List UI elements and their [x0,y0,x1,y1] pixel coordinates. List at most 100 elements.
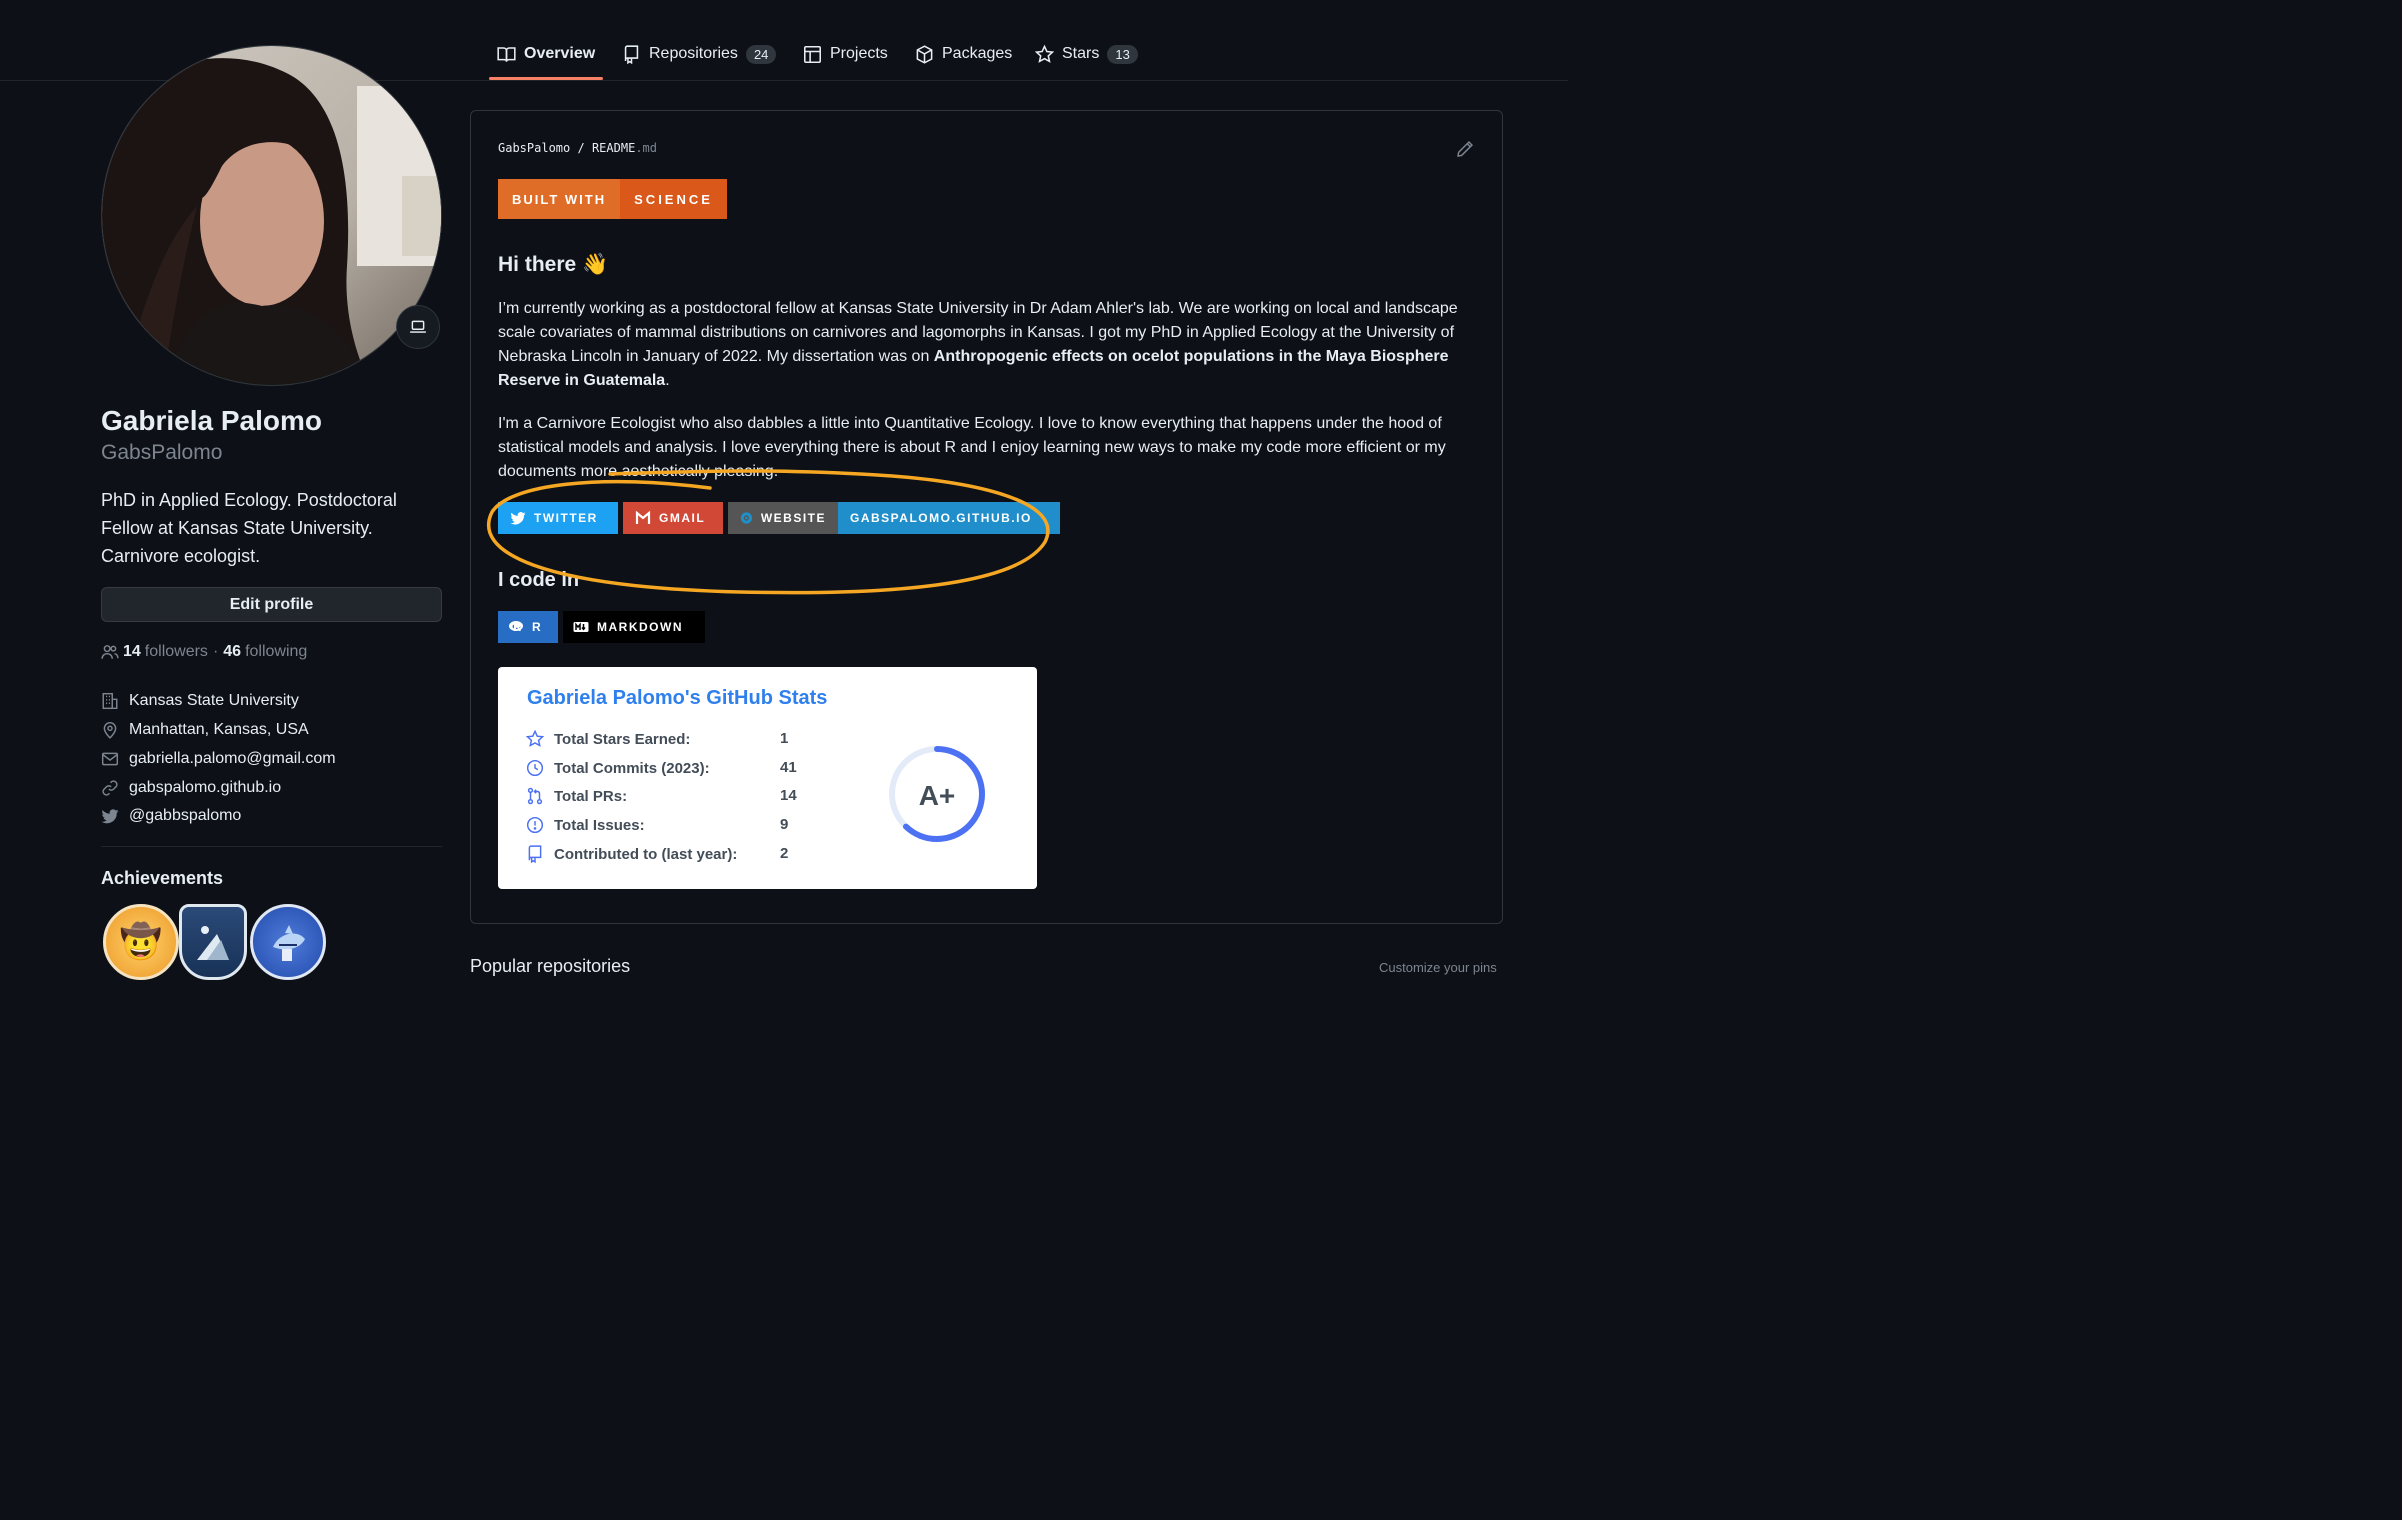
active-tab-underline [489,77,603,80]
following-label: following [245,643,308,660]
stats-value-contributed: 2 [780,845,789,862]
detail-text: Kansas State University [129,692,299,709]
readme-greeting: Hi there 👋 [498,253,609,276]
stats-label: Contributed to (last year): [554,845,738,863]
stats-row-prs: Total PRs: [526,785,627,807]
stats-label: Total Issues: [554,816,645,834]
followers-count: 14 [123,643,141,660]
mountain-icon [197,926,229,960]
github-stats-card: Gabriela Palomo's GitHub Stats Total Sta… [498,667,1037,889]
detail-twitter[interactable]: @gabbspalomo [101,807,241,825]
detail-text[interactable]: gabriella.palomo@gmail.com [129,750,336,768]
following-count: 46 [223,643,242,660]
laptop-icon [410,320,426,333]
stats-title: Gabriela Palomo's GitHub Stats [527,687,828,709]
twitter-icon [101,809,119,824]
issue-icon [526,816,544,834]
built-with-label: BUILT WITH [498,179,621,219]
divider [101,846,442,847]
science-label: SCIENCE [620,179,727,219]
book-icon [497,46,516,62]
tab-projects[interactable]: Projects [803,40,888,68]
followers-label: followers [144,643,208,660]
readme-paragraph-1: I’m currently working as a postdoctoral … [498,297,1468,393]
pencil-icon[interactable] [1456,140,1474,158]
stars-count: 13 [1107,44,1138,64]
stats-row-contributed: Contributed to (last year): [526,843,737,865]
stats-row-issues: Total Issues: [526,814,645,836]
mail-icon [101,752,119,766]
detail-text: Manhattan, Kansas, USA [129,721,309,738]
avatar-photo [102,46,441,385]
star-icon [1035,44,1054,63]
r-language-badge: R [498,611,558,643]
repositories-count: 24 [745,44,777,64]
tab-overview[interactable]: Overview [497,40,595,68]
tab-stars[interactable]: Stars 13 [1035,40,1138,68]
follow-stats: 14 followers · 46 following [101,643,307,661]
readme-breadcrumb: GabsPalomo / README.md [498,141,657,155]
detail-location: Manhattan, Kansas, USA [101,721,309,739]
package-icon [916,44,933,64]
history-icon [526,759,544,777]
tab-label: Repositories [649,45,738,62]
shark-icon [273,925,305,961]
markdown-badge: MARKDOWN [563,611,705,643]
edit-profile-button[interactable]: Edit profile [101,587,442,622]
profile-login: GabsPalomo [101,441,223,464]
stats-row-stars: Total Stars Earned: [526,728,690,750]
tab-label: Overview [524,45,596,62]
readme-owner-link[interactable]: GabsPalomo [498,141,570,155]
tab-label: Packages [942,45,1013,62]
tab-label: Projects [830,45,888,62]
r-logo-icon [509,621,523,631]
repo-icon [528,845,542,863]
followers-link[interactable]: 14 followers [123,643,208,661]
stats-label: Total Stars Earned: [554,730,691,748]
tab-label: Stars [1062,45,1100,62]
profile-bio: PhD in Applied Ecology. Postdoctoral Fel… [101,490,397,566]
stats-value-stars: 1 [780,730,789,747]
built-with-science-badge: BUILT WITH SCIENCE [498,179,727,219]
paragraph-end: . [665,372,670,389]
status-button[interactable] [396,305,440,349]
cowboy-face-icon: 🤠 [119,923,163,961]
detail-website[interactable]: gabspalomo.github.io [101,779,281,797]
readme-ext: .md [635,141,657,155]
tab-packages[interactable]: Packages [915,40,1012,68]
stats-value-prs: 14 [780,787,797,804]
detail-text[interactable]: @gabbspalomo [129,807,241,825]
achievement-badge-yolo[interactable]: 🤠 [103,904,179,980]
annotation-circle [486,469,1050,595]
detail-email[interactable]: gabriella.palomo@gmail.com [101,750,336,768]
star-icon [526,730,544,747]
tab-repositories[interactable]: Repositories 24 [622,40,777,68]
grade-ring: A+ [889,746,985,842]
link-icon [102,780,118,796]
people-icon [101,645,119,659]
following-link[interactable]: 46 following [223,643,307,661]
pull-request-icon [527,787,543,805]
achievement-badge-pull-shark[interactable] [250,904,326,980]
profile-name: Gabriela Palomo [101,405,322,436]
stats-label: Total PRs: [554,787,628,805]
repo-icon [624,44,639,64]
table-icon [804,45,821,63]
stats-row-commits: Total Commits (2023): [526,757,710,779]
stats-value-issues: 9 [780,816,789,833]
markdown-icon [573,622,589,632]
achievements-heading: Achievements [101,868,224,888]
readme-file-link[interactable]: README [592,141,635,155]
customize-pins-link[interactable]: Customize your pins [1379,960,1497,975]
r-label: R [532,620,543,634]
markdown-label: MARKDOWN [597,620,683,634]
avatar[interactable] [101,45,442,386]
detail-organization: Kansas State University [101,692,299,710]
popular-repositories-heading: Popular repositories [470,956,631,976]
grade-text: A+ [919,780,956,811]
stats-value-commits: 41 [780,759,797,776]
breadcrumb-separator: / [577,141,585,155]
separator: · [212,643,219,660]
detail-text[interactable]: gabspalomo.github.io [129,779,281,797]
achievement-badge-arctic[interactable] [179,904,247,980]
